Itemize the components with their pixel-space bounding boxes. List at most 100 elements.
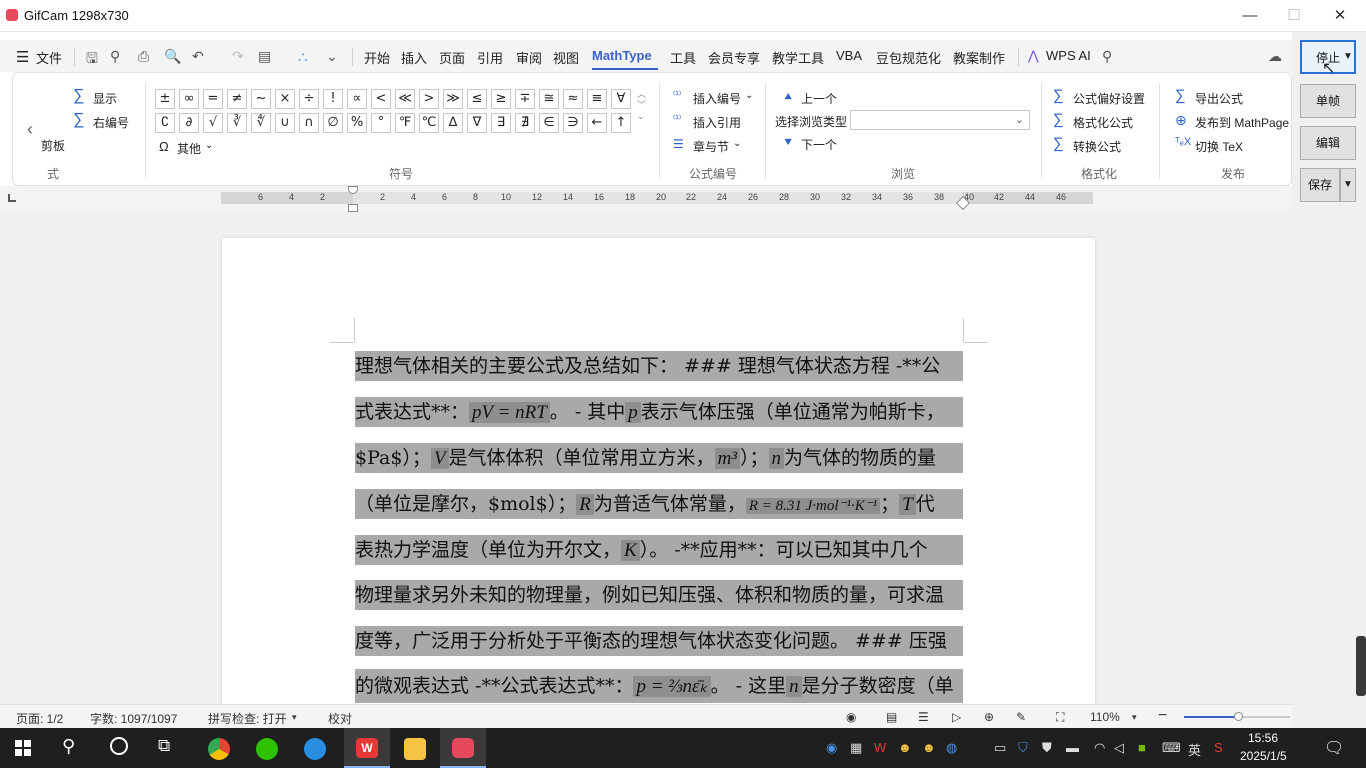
cloud-upload-icon[interactable]: ☁ xyxy=(1268,48,1282,65)
mathtype-equation[interactable]: n xyxy=(768,448,784,469)
mathtype-equation[interactable]: p xyxy=(625,402,641,423)
clock-time[interactable]: 15:56 xyxy=(1248,731,1278,745)
gifcam-stop-dropdown-icon[interactable]: ▼ xyxy=(1340,40,1356,74)
zoom-slider-thumb[interactable] xyxy=(1234,712,1243,721)
mathtype-equation[interactable]: T xyxy=(899,494,916,515)
tray-qq-icon[interactable]: ☻ xyxy=(922,740,936,755)
symbols-scroll-icon[interactable]: ︿ ﹀ ⌄ xyxy=(637,89,646,122)
tray-wps-icon[interactable]: W xyxy=(874,740,886,755)
toggle-tex-button[interactable]: 切换 TeX xyxy=(1195,138,1243,155)
mathtype-equation[interactable]: m³ xyxy=(714,448,740,469)
doc-line[interactable]: 式表达式**： pV = nRT。 - 其中 p 表示气体压强（单位通常为帕斯卡， xyxy=(355,397,963,427)
equation-prefs-button[interactable]: 公式偏好设置 xyxy=(1073,90,1145,107)
format-icon[interactable]: ▤ xyxy=(258,48,271,65)
symbol-factorial[interactable]: ! xyxy=(323,89,343,109)
chrome-icon[interactable] xyxy=(208,738,230,760)
clock-date[interactable]: 2025/1/5 xyxy=(1240,749,1287,763)
start-icon[interactable] xyxy=(15,740,31,756)
wps-ai-icon[interactable]: ⋀ xyxy=(1028,48,1039,64)
scroll-left-icon[interactable]: ‹ xyxy=(27,119,33,140)
menu-vba[interactable]: VBA xyxy=(836,48,862,63)
mathtype-equation[interactable]: R = 8.31 J·mol⁻¹·K⁻¹ xyxy=(745,498,881,514)
menu-references[interactable]: 引用 xyxy=(477,48,503,67)
symbol-much-greater[interactable]: ≫ xyxy=(443,89,463,109)
symbol-fahrenheit[interactable]: ℉ xyxy=(395,113,415,133)
symbol-congruent[interactable]: ≅ xyxy=(539,89,559,109)
gifcam-grip[interactable] xyxy=(1356,636,1366,696)
symbol-much-less[interactable]: ≪ xyxy=(395,89,415,109)
print-icon[interactable]: ⎙ xyxy=(138,48,149,65)
web-view-icon[interactable]: ⊕ xyxy=(984,710,994,724)
search-icon[interactable]: ⚲ xyxy=(1102,48,1112,65)
symbol-plus-minus[interactable]: ± xyxy=(155,89,175,109)
publish-mathpage-button[interactable]: 发布到 MathPage xyxy=(1195,114,1289,131)
more-chevron-icon[interactable]: ⌄ xyxy=(326,48,338,65)
wechat-icon[interactable] xyxy=(256,738,278,760)
tray-battery-icon[interactable]: ▬ xyxy=(1066,740,1079,755)
symbol-empty-set[interactable]: ∅ xyxy=(323,113,343,133)
first-line-indent-icon[interactable] xyxy=(348,186,358,194)
mathtype-equation[interactable]: p = ⅔nε̄ₖ xyxy=(633,676,711,697)
menu-review[interactable]: 审阅 xyxy=(516,48,542,67)
symbol-celsius[interactable]: ℃ xyxy=(419,113,439,133)
show-button[interactable]: 显示 xyxy=(93,90,117,107)
format-equations-button[interactable]: 格式化公式 xyxy=(1073,114,1133,131)
fit-page-icon[interactable]: ⛶ xyxy=(1056,710,1064,725)
save-icon[interactable]: 🖫 xyxy=(86,48,98,72)
browse-type-select[interactable]: ⌄ xyxy=(850,110,1030,130)
menu-doubao[interactable]: 豆包规范化 xyxy=(876,48,941,67)
symbol-delta[interactable]: ∆ xyxy=(443,113,463,133)
menu-teaching-tools[interactable]: 教学工具 xyxy=(772,48,824,67)
share-icon[interactable]: ⛬ xyxy=(298,48,308,65)
other-symbols-button[interactable]: 其他 xyxy=(177,140,201,157)
wps-taskbar-item[interactable]: W xyxy=(344,728,390,768)
symbol-nabla[interactable]: ∇ xyxy=(467,113,487,133)
symbol-times[interactable]: × xyxy=(275,89,295,109)
zoom-chevron-icon[interactable]: ▾ xyxy=(1132,712,1137,723)
tray-shield-icon[interactable]: ⛉ xyxy=(1018,740,1028,756)
gifcam-edit-button[interactable]: 编辑 xyxy=(1300,126,1356,160)
symbol-minus-plus[interactable]: ∓ xyxy=(515,89,535,109)
convert-equations-button[interactable]: 转换公式 xyxy=(1073,138,1121,155)
gifcam-save-dropdown-icon[interactable]: ▼ xyxy=(1340,168,1356,202)
gifcam-frame-button[interactable]: 单帧 xyxy=(1300,84,1356,118)
insert-ref-button[interactable]: 插入引用 xyxy=(693,114,741,131)
tray-app-icon[interactable]: ◍ xyxy=(946,740,957,756)
symbol-partial[interactable]: ∂ xyxy=(179,113,199,133)
symbol-greater-than[interactable]: > xyxy=(419,89,439,109)
symbol-fourth-root[interactable]: ∜ xyxy=(251,113,271,133)
tray-security-icon[interactable]: ⛊ xyxy=(1042,740,1052,756)
indent-marker[interactable] xyxy=(348,186,358,214)
mathtype-equation[interactable]: pV = nRT xyxy=(469,402,550,423)
tray-app-icon[interactable]: ▦ xyxy=(850,740,862,756)
doc-line[interactable]: $Pa$）； V 是气体体积（单位常用立方米， m³）； n 为气体的物质的量 xyxy=(355,443,963,473)
zoom-slider[interactable] xyxy=(1184,712,1290,721)
print-preview-icon[interactable]: 🔍 xyxy=(164,48,181,65)
symbol-up-arrow[interactable]: ↑ xyxy=(611,113,631,133)
gifcam-taskbar-item[interactable] xyxy=(440,728,486,768)
symbol-not-exists[interactable]: ∄ xyxy=(515,113,535,133)
symbol-less-equal[interactable]: ≤ xyxy=(467,89,487,109)
minimize-button[interactable]: — xyxy=(1238,4,1262,28)
next-button[interactable]: 下一个 xyxy=(801,136,837,153)
symbol-for-all[interactable]: ∀ xyxy=(611,89,631,109)
menu-member[interactable]: 会员专享 xyxy=(708,48,760,67)
gifcam-save-button[interactable]: 保存 xyxy=(1300,168,1340,202)
mathtype-equation[interactable]: V xyxy=(430,448,449,469)
symbol-complement[interactable]: ∁ xyxy=(155,113,175,133)
menu-page[interactable]: 页面 xyxy=(439,48,465,67)
play-icon[interactable]: ▷ xyxy=(952,710,961,724)
tray-display-icon[interactable]: ▭ xyxy=(994,740,1006,756)
zoom-level[interactable]: 110% xyxy=(1090,710,1120,724)
pen-icon[interactable]: ✎ xyxy=(1016,710,1026,724)
symbol-greater-equal[interactable]: ≥ xyxy=(491,89,511,109)
symbol-divide[interactable]: ÷ xyxy=(299,89,319,109)
ime-indicator[interactable]: 英 xyxy=(1188,740,1201,759)
outline-view-icon[interactable]: ☰ xyxy=(918,710,929,724)
export-equations-button[interactable]: 导出公式 xyxy=(1195,90,1243,107)
spell-check-chevron-icon[interactable]: ▾ xyxy=(292,712,297,723)
symbol-equals[interactable]: = xyxy=(203,89,223,109)
undo-icon[interactable]: ↶ xyxy=(192,48,204,65)
chapter-section-button[interactable]: 章与节 xyxy=(693,138,729,155)
menu-lesson-plan[interactable]: 教案制作 xyxy=(953,48,1005,67)
